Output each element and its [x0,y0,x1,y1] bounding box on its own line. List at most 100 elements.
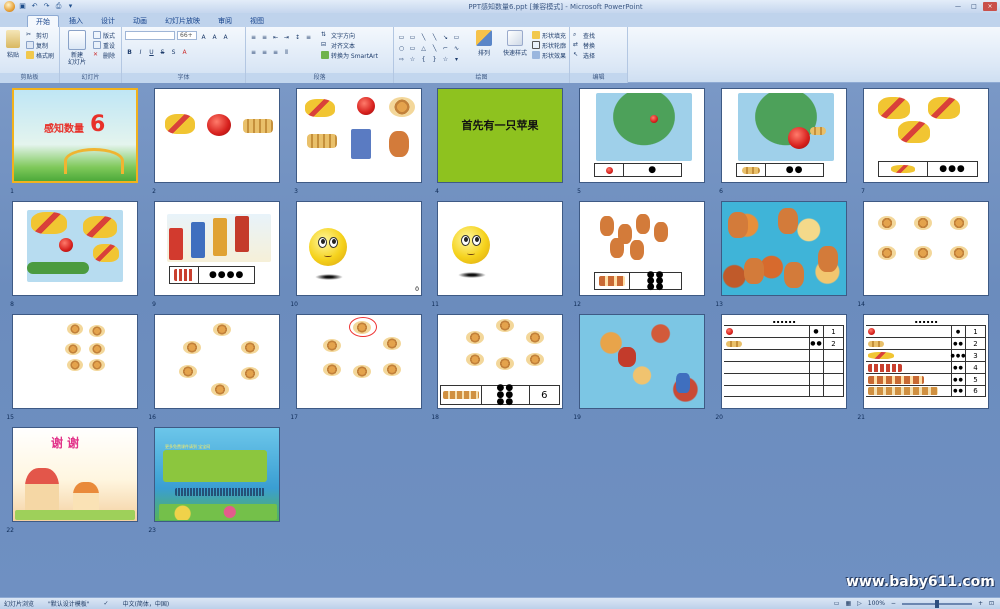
undo-icon[interactable]: ↶ [30,2,39,11]
slide-18[interactable]: ●● ●● ●● 6 [437,314,563,409]
underline-button[interactable]: U [147,47,156,56]
bullets-icon[interactable]: ≡ [249,32,258,41]
slide-23[interactable]: 更多免费课件请到 宝宝网 [154,427,280,522]
tab-animations[interactable]: 动画 [125,15,155,27]
slide-2[interactable] [154,88,280,183]
triangle-shape-icon[interactable]: △ [419,43,428,52]
tab-insert[interactable]: 插入 [61,15,91,27]
new-slide-button[interactable]: 新建 幻灯片 [63,30,91,66]
align-right-icon[interactable]: ≡ [260,47,269,56]
slide-8[interactable] [12,201,138,296]
tab-design[interactable]: 设计 [93,15,123,27]
clear-format-icon[interactable]: A [221,32,230,41]
shadow-button[interactable]: S [169,47,178,56]
slideshow-view-icon[interactable]: ▷ [857,600,862,607]
slide-10[interactable]: 0 [296,201,422,296]
italic-button[interactable]: I [136,47,145,56]
slide-19[interactable] [579,314,705,409]
slide-6[interactable]: ●● [721,88,847,183]
slide-14[interactable] [863,201,989,296]
shapes-gallery[interactable]: ▭ ▭ ╲ ╲ ↘ ▭ ○ ▭ △ ╲ ⌐ ∿ ⇨ ☆{} ☆ ▾ [397,32,467,63]
line-shape-icon[interactable]: ╲ [430,43,439,52]
zoom-slider[interactable] [901,599,972,608]
format-painter-button[interactable]: 格式刷 [26,50,54,60]
rect-shape-icon[interactable]: ▭ [408,32,417,41]
select-button[interactable]: ↖ 选择 [573,50,624,60]
slide-21[interactable]: ▪ ▪ ▪ ▪ ▪ ▪ ● 1 ●● 2 ●●● 3 ●● 4 ●● 5 ●● … [863,314,989,409]
save-icon[interactable]: ▣ [18,2,27,11]
redo-icon[interactable]: ↷ [42,2,51,11]
slide-22[interactable]: 谢 谢 [12,427,138,522]
oval-shape-icon[interactable]: ○ [397,43,406,52]
align-text-button[interactable]: ⊟ 对齐文本 [321,40,378,50]
slide-20[interactable]: ▪ ▪ ▪ ▪ ▪ ▪ ● 1 ●● 2 [721,314,847,409]
slide-12[interactable]: ●● ●● ●● [579,201,705,296]
align-center-icon[interactable]: ≡ [249,47,258,56]
align-left-icon[interactable]: ≡ [304,32,313,41]
close-button[interactable]: × [983,2,997,11]
reset-button[interactable]: 重设 [93,40,115,50]
textbox-shape-icon[interactable]: ▭ [397,32,406,41]
shrink-font-icon[interactable]: A [210,32,219,41]
fit-window-icon[interactable]: ⊡ [989,600,994,607]
replace-button[interactable]: ⇄ 替换 [573,40,624,50]
rect-shape-icon[interactable]: ▭ [408,43,417,52]
print-icon[interactable]: ⎙ [54,2,63,11]
zoom-slider-knob[interactable] [934,599,939,608]
line-shape-icon[interactable]: ╲ [430,32,439,41]
bracket-shape-icon[interactable]: ⌐ [441,43,450,52]
sorter-view-icon[interactable]: ▦ [845,600,851,607]
arrange-button[interactable]: 排列 [470,30,498,63]
star-shape-icon[interactable]: ☆ [441,54,450,63]
star-shape-icon[interactable]: ☆ [408,54,417,63]
shape-effects-button[interactable]: 形状效果 [532,50,566,60]
copy-button[interactable]: 复制 [26,40,54,50]
maximize-button[interactable]: □ [967,2,981,11]
tab-home[interactable]: 开始 [27,15,59,27]
slide-16[interactable] [154,314,280,409]
font-size-box[interactable]: 66+ [177,31,197,40]
bold-button[interactable]: B [125,47,134,56]
layout-button[interactable]: 版式 [93,30,115,40]
justify-icon[interactable]: ≡ [271,47,280,56]
slide-11[interactable] [437,201,563,296]
slide-15[interactable] [12,314,138,409]
rect-shape-icon[interactable]: ▭ [452,32,461,41]
find-button[interactable]: ⌕ 查找 [573,30,624,40]
increase-indent-icon[interactable]: ⇥ [282,32,291,41]
text-direction-button[interactable]: ⇅ 文字方向 [321,30,378,40]
columns-icon[interactable]: ⫴ [282,47,291,56]
slide-5[interactable]: ● [579,88,705,183]
slide-4[interactable]: 首先有一只苹果 [437,88,563,183]
tab-view[interactable]: 视图 [242,15,272,27]
tab-slideshow[interactable]: 幻灯片放映 [157,15,208,27]
strikethrough-button[interactable]: S [158,47,167,56]
brace-shape-icon[interactable]: } [430,54,439,63]
curve-shape-icon[interactable]: ∿ [452,43,461,52]
font-name-box[interactable] [125,31,175,40]
cut-button[interactable]: ✂ 剪切 [26,30,54,40]
slide-7[interactable]: ●●● [863,88,989,183]
slide-3[interactable] [296,88,422,183]
smartart-button[interactable]: 转换为 SmartArt [321,50,378,60]
zoom-in-icon[interactable]: + [978,600,983,607]
slide-17[interactable] [296,314,422,409]
zoom-out-icon[interactable]: − [891,600,896,607]
arrow-shape-icon[interactable]: ↘ [441,32,450,41]
more-shapes-icon[interactable]: ▾ [452,54,461,63]
normal-view-icon[interactable]: ▭ [834,600,840,607]
decrease-indent-icon[interactable]: ⇤ [271,32,280,41]
line-spacing-icon[interactable]: ↕ [293,32,302,41]
zoom-level[interactable]: 100% [868,600,885,607]
font-color-button[interactable]: A [180,47,189,56]
grow-font-icon[interactable]: A [199,32,208,41]
slide-13[interactable] [721,201,847,296]
shape-outline-button[interactable]: 形状轮廓 [532,40,566,50]
slide-1[interactable]: 感知数量 6 [12,88,138,183]
minimize-button[interactable]: — [951,2,965,11]
spellcheck-icon[interactable]: ✓ [104,600,109,607]
delete-slide-button[interactable]: ✕ 删除 [93,50,115,60]
office-button[interactable] [4,1,15,12]
quick-styles-button[interactable]: 快速样式 [501,30,529,63]
shape-fill-button[interactable]: 形状填充 [532,30,566,40]
